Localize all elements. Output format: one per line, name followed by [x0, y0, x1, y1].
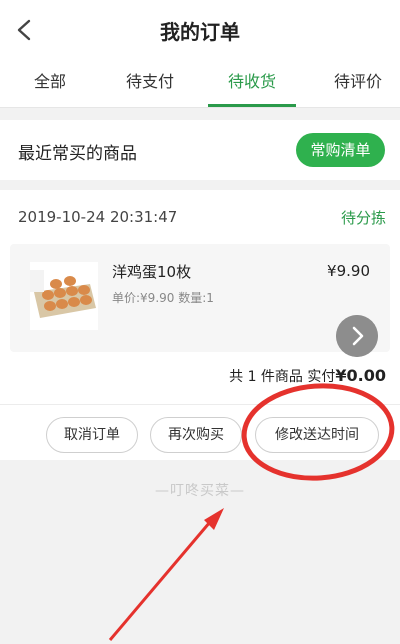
frequent-list-button[interactable]: 常购清单: [296, 133, 385, 167]
summary-text: 共 1 件商品 实付: [229, 369, 336, 385]
order-tabs: 全部 待支付 待收货 待评价: [0, 58, 400, 108]
tab-pending-review[interactable]: 待评价: [318, 68, 398, 108]
order-time: 2019-10-24 20:31:47: [18, 208, 178, 226]
active-tab-underline: [208, 104, 296, 107]
divider: [0, 404, 400, 405]
order-card: 2019-10-24 20:31:47 待分拣 洋鸡蛋10枚 单价:¥9.90 …: [0, 190, 400, 460]
summary-amount: ¥0.00: [335, 366, 386, 385]
chevron-right-icon[interactable]: [336, 315, 378, 357]
tab-all[interactable]: 全部: [15, 68, 85, 108]
order-status: 待分拣: [340, 209, 386, 227]
frequent-items-bar: 最近常买的商品 常购清单: [0, 120, 400, 180]
tab-pending-delivery[interactable]: 待收货: [212, 68, 292, 108]
tab-pending-payment[interactable]: 待支付: [110, 68, 190, 108]
frequent-items-label: 最近常买的商品: [18, 144, 137, 164]
order-summary: 共 1 件商品 实付¥0.00: [229, 366, 386, 386]
modify-delivery-time-button[interactable]: 修改送达时间: [255, 417, 379, 453]
brand-footer: —叮咚买菜—: [155, 483, 245, 499]
pointer-arrow-head: [204, 508, 224, 530]
product-name: 洋鸡蛋10枚: [112, 263, 192, 281]
product-price: ¥9.90: [327, 262, 370, 280]
page-title: 我的订单: [160, 20, 240, 44]
egg-tray-image: [30, 262, 98, 330]
pointer-arrow-shaft: [108, 521, 212, 641]
cancel-order-button[interactable]: 取消订单: [46, 417, 138, 453]
buy-again-button[interactable]: 再次购买: [150, 417, 242, 453]
app-header: 我的订单: [0, 0, 400, 58]
product-unit-price-qty: 单价:¥9.90 数量:1: [112, 291, 214, 305]
product-item[interactable]: 洋鸡蛋10枚 单价:¥9.90 数量:1 ¥9.90: [10, 244, 390, 357]
